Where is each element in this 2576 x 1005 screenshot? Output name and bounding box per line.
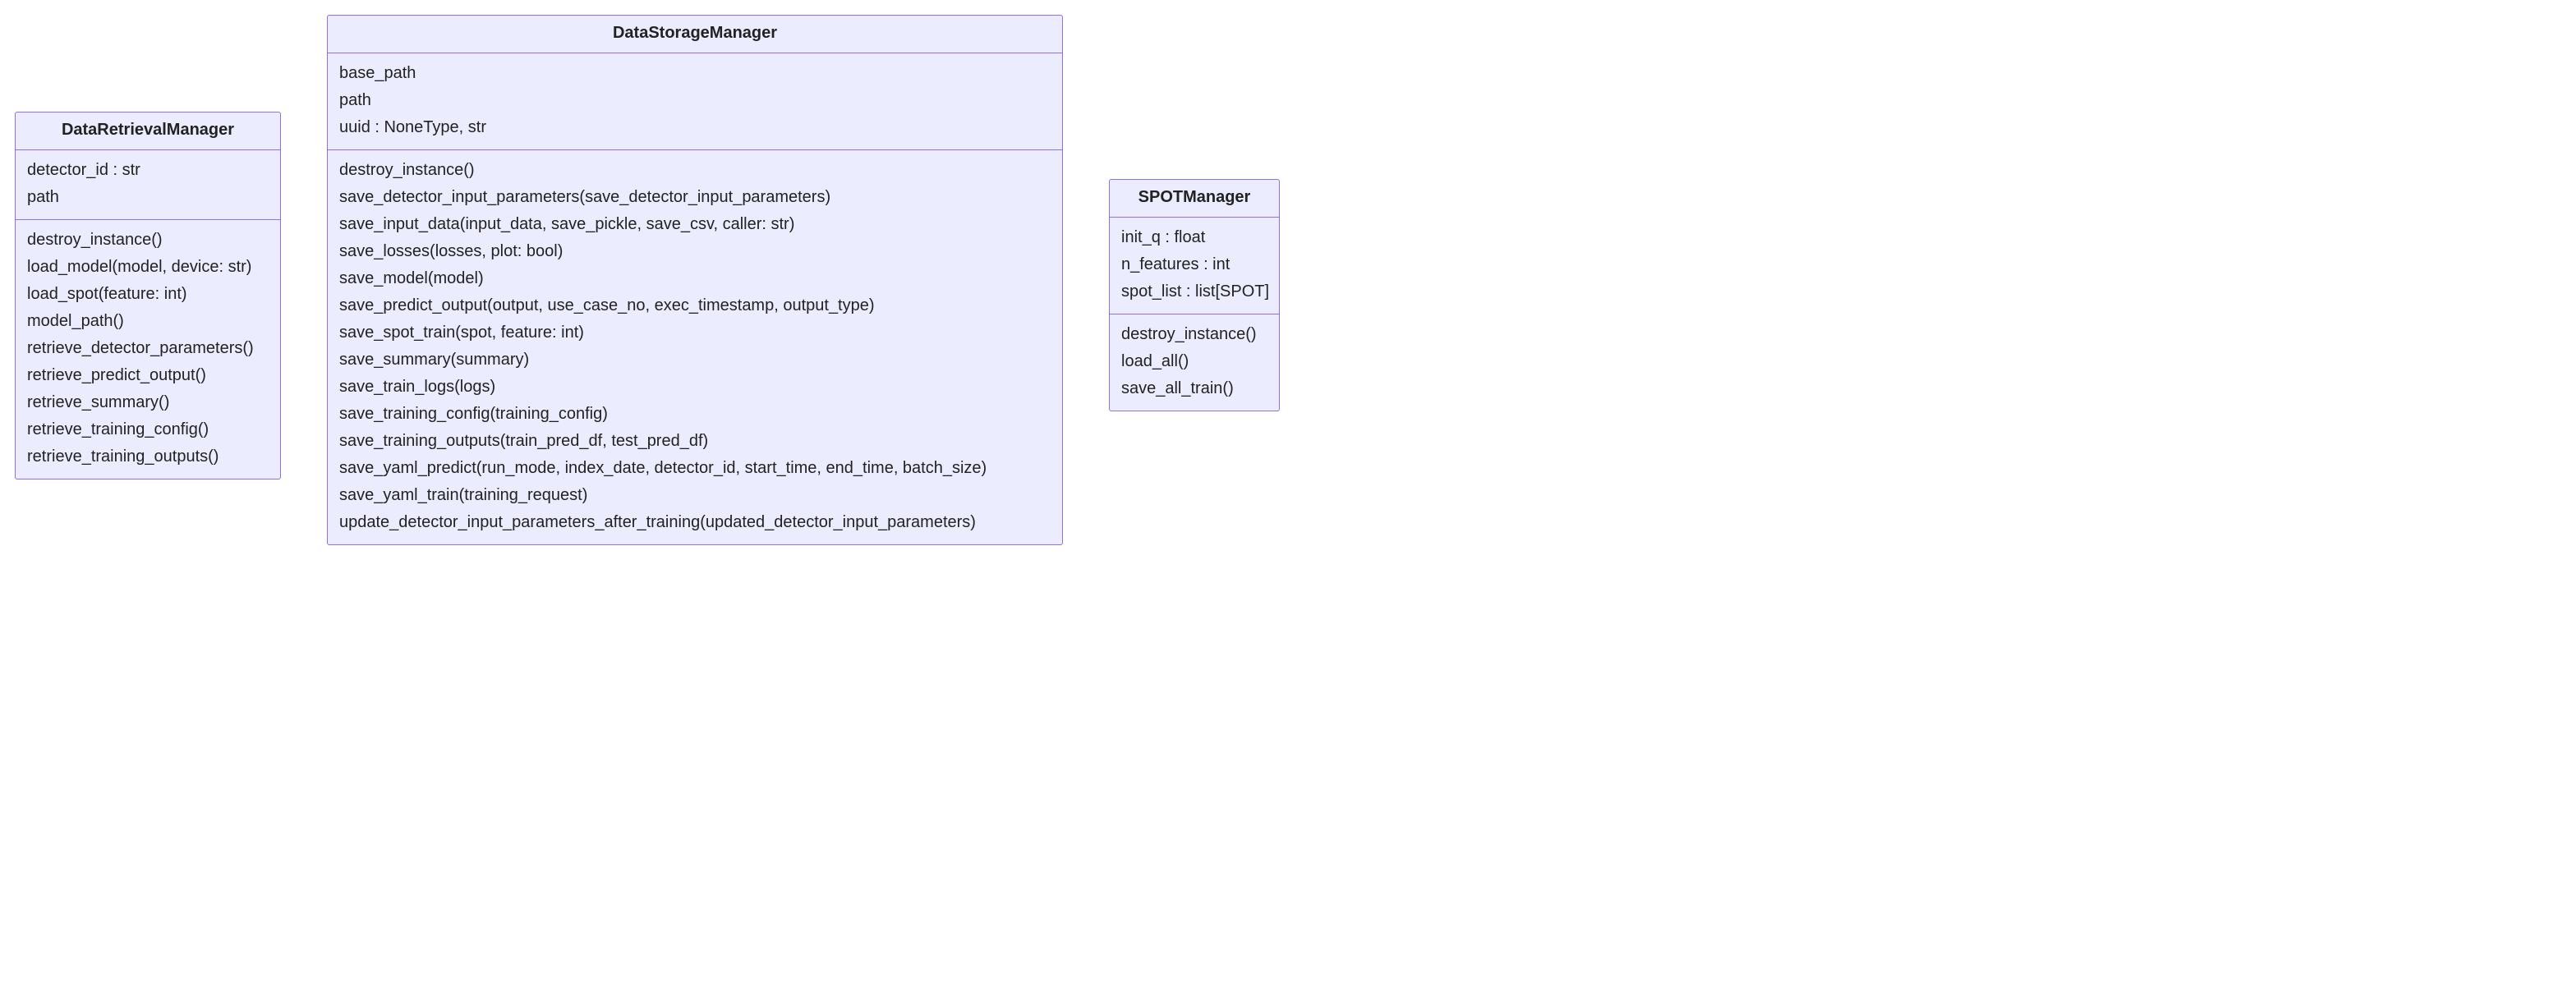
- method-row: save_training_config(training_config): [339, 401, 1051, 428]
- class-title: DataRetrievalManager: [16, 112, 280, 150]
- attribute-row: base_path: [339, 60, 1051, 87]
- methods-section: destroy_instance()load_model(model, devi…: [16, 220, 280, 479]
- attributes-section: detector_id : strpath: [16, 150, 280, 220]
- class-title: SPOTManager: [1110, 180, 1279, 218]
- methods-section: destroy_instance()save_detector_input_pa…: [328, 150, 1062, 544]
- method-row: save_losses(losses, plot: bool): [339, 238, 1051, 265]
- method-row: save_detector_input_parameters(save_dete…: [339, 184, 1051, 211]
- class-title: DataStorageManager: [328, 16, 1062, 53]
- method-row: retrieve_summary(): [27, 389, 269, 416]
- uml-canvas: DataRetrievalManagerdetector_id : strpat…: [0, 0, 2576, 1005]
- method-row: save_spot_train(spot, feature: int): [339, 319, 1051, 346]
- class-data-storage-manager: DataStorageManagerbase_pathpathuuid : No…: [327, 15, 1063, 545]
- method-row: save_model(model): [339, 265, 1051, 292]
- attribute-row: path: [339, 87, 1051, 114]
- method-row: load_all(): [1121, 348, 1267, 375]
- method-row: destroy_instance(): [339, 157, 1051, 184]
- method-row: retrieve_training_outputs(): [27, 443, 269, 470]
- method-row: load_model(model, device: str): [27, 254, 269, 281]
- attribute-row: path: [27, 184, 269, 211]
- method-row: retrieve_predict_output(): [27, 362, 269, 389]
- method-row: retrieve_training_config(): [27, 416, 269, 443]
- method-row: save_yaml_train(training_request): [339, 482, 1051, 509]
- attribute-row: n_features : int: [1121, 251, 1267, 278]
- method-row: save_summary(summary): [339, 346, 1051, 374]
- attribute-row: uuid : NoneType, str: [339, 114, 1051, 141]
- attribute-row: spot_list : list[SPOT]: [1121, 278, 1267, 305]
- method-row: save_all_train(): [1121, 375, 1267, 402]
- attributes-section: base_pathpathuuid : NoneType, str: [328, 53, 1062, 150]
- attributes-section: init_q : floatn_features : intspot_list …: [1110, 218, 1279, 314]
- class-data-retrieval-manager: DataRetrievalManagerdetector_id : strpat…: [15, 112, 281, 480]
- methods-section: destroy_instance()load_all()save_all_tra…: [1110, 314, 1279, 411]
- method-row: destroy_instance(): [27, 227, 269, 254]
- method-row: load_spot(feature: int): [27, 281, 269, 308]
- method-row: save_predict_output(output, use_case_no,…: [339, 292, 1051, 319]
- method-row: save_training_outputs(train_pred_df, tes…: [339, 428, 1051, 455]
- method-row: save_train_logs(logs): [339, 374, 1051, 401]
- class-spot-manager: SPOTManagerinit_q : floatn_features : in…: [1109, 179, 1280, 411]
- method-row: update_detector_input_parameters_after_t…: [339, 509, 1051, 536]
- method-row: save_input_data(input_data, save_pickle,…: [339, 211, 1051, 238]
- method-row: model_path(): [27, 308, 269, 335]
- method-row: retrieve_detector_parameters(): [27, 335, 269, 362]
- method-row: save_yaml_predict(run_mode, index_date, …: [339, 455, 1051, 482]
- attribute-row: init_q : float: [1121, 224, 1267, 251]
- method-row: destroy_instance(): [1121, 321, 1267, 348]
- attribute-row: detector_id : str: [27, 157, 269, 184]
